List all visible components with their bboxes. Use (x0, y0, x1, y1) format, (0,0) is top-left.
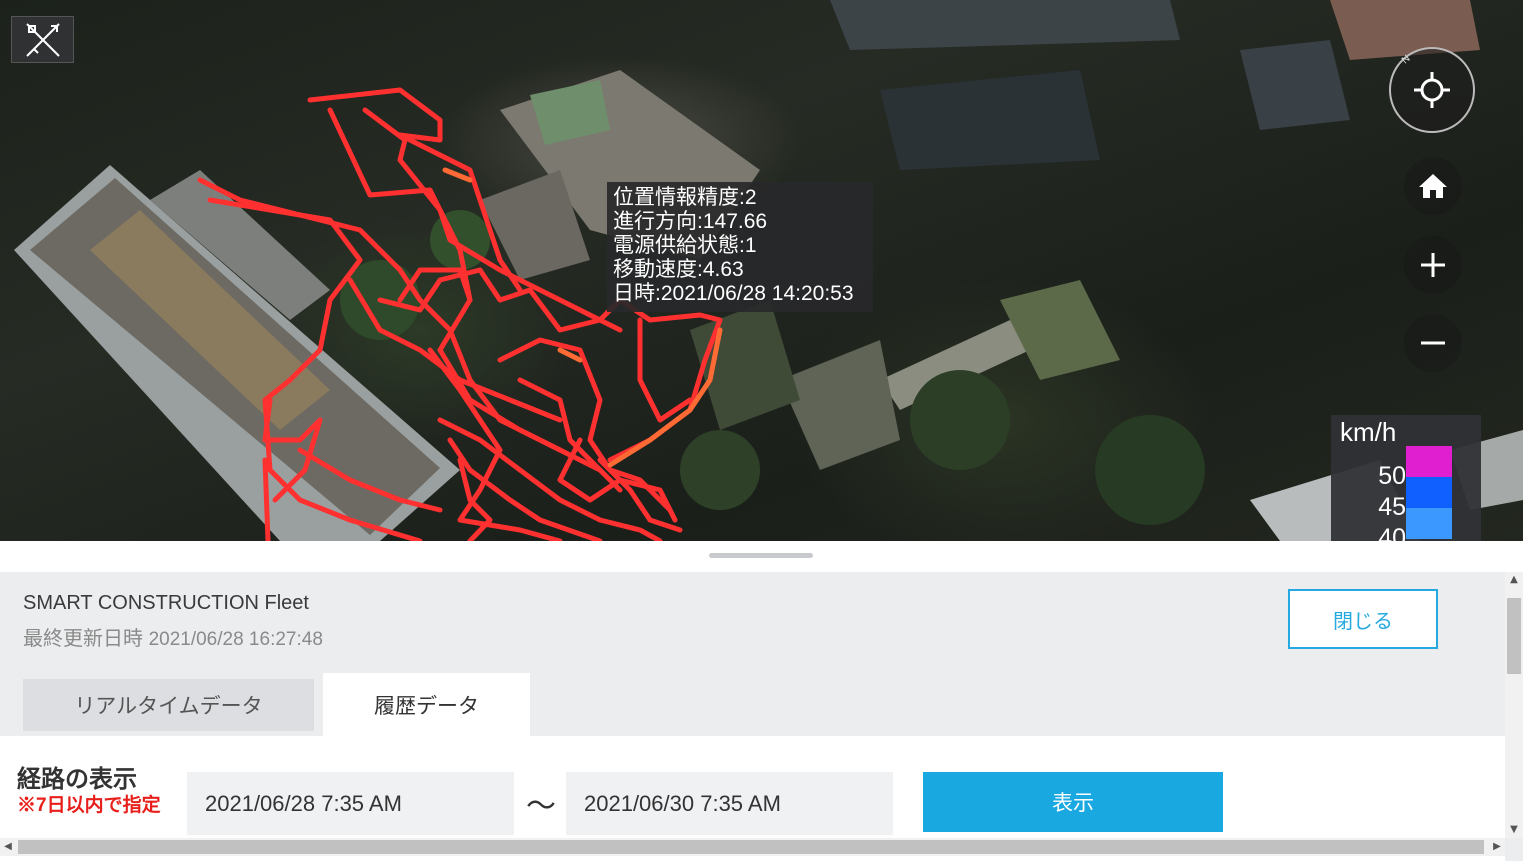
zoom-in-button[interactable] (1404, 236, 1462, 294)
tab-history-data[interactable]: 履歴データ (323, 673, 530, 737)
horizontal-scrollbar[interactable]: ◀ ▶ (0, 838, 1505, 856)
tooltip-speed: 移動速度:4.63 (613, 258, 744, 281)
tooltip-power: 電源供給状態:1 (613, 234, 757, 257)
date-range-separator: 〜 (526, 790, 556, 823)
speed-legend: km/h 50 45 40 (1331, 415, 1481, 541)
scroll-right-icon[interactable]: ▶ (1489, 838, 1505, 856)
home-icon (1419, 174, 1447, 198)
last-update-value: 2021/06/28 16:27:48 (148, 629, 323, 650)
app-title: SMART CONSTRUCTION Fleet (23, 592, 309, 614)
end-date-field[interactable]: 2021/06/30 7:35 AM (566, 772, 893, 835)
legend-swatch-50 (1406, 446, 1452, 477)
start-date-field[interactable]: 2021/06/28 7:35 AM (187, 772, 514, 835)
zoom-out-icon (1421, 341, 1445, 345)
scroll-down-icon[interactable]: ▼ (1505, 822, 1523, 838)
vertical-scrollbar[interactable]: ▲ ▼ (1505, 572, 1523, 838)
track-point-tooltip: 位置情報精度:2 進行方向:147.66 電源供給状態:1 移動速度:4.63 … (607, 182, 873, 312)
legend-label: 40 (1378, 524, 1406, 541)
close-button[interactable]: 閉じる (1288, 589, 1438, 649)
compass-locate-icon: N (1389, 47, 1475, 133)
tooltip-heading: 進行方向:147.66 (613, 210, 768, 233)
route-note: ※7日以内で指定 (17, 795, 161, 816)
tooltip-accuracy: 位置情報精度:2 (613, 186, 757, 209)
compass-locate-button[interactable]: N (1388, 46, 1476, 134)
edit-icon (25, 22, 60, 57)
detail-panel: SMART CONSTRUCTION Fleet 最終更新日時 2021/06/… (0, 541, 1523, 861)
legend-unit: km/h (1340, 417, 1397, 447)
show-route-button[interactable]: 表示 (923, 772, 1223, 832)
panel-resize-strip[interactable] (0, 541, 1523, 572)
scroll-left-icon[interactable]: ◀ (0, 838, 16, 856)
scroll-up-icon[interactable]: ▲ (1505, 572, 1523, 588)
edit-tools-button[interactable] (11, 16, 74, 63)
zoom-in-icon (1421, 253, 1445, 277)
satellite-map[interactable]: 位置情報精度:2 進行方向:147.66 電源供給状態:1 移動速度:4.63 … (0, 0, 1523, 541)
horizontal-scroll-thumb[interactable] (18, 840, 1484, 854)
legend-label: 50 (1378, 462, 1406, 490)
legend-label: 45 (1378, 493, 1406, 521)
last-update-label: 最終更新日時 (23, 628, 143, 650)
vertical-scroll-thumb[interactable] (1507, 598, 1521, 674)
tooltip-datetime: 日時:2021/06/28 14:20:53 (613, 282, 854, 305)
legend-swatch-45 (1406, 477, 1452, 508)
tab-realtime-data[interactable]: リアルタイムデータ (23, 679, 314, 731)
last-update: 最終更新日時 2021/06/28 16:27:48 (23, 622, 323, 651)
home-button[interactable] (1404, 157, 1462, 215)
zoom-out-button[interactable] (1404, 314, 1462, 372)
drag-handle[interactable] (709, 553, 813, 558)
route-title: 経路の表示 (17, 766, 137, 793)
legend-swatch-40 (1406, 508, 1452, 539)
